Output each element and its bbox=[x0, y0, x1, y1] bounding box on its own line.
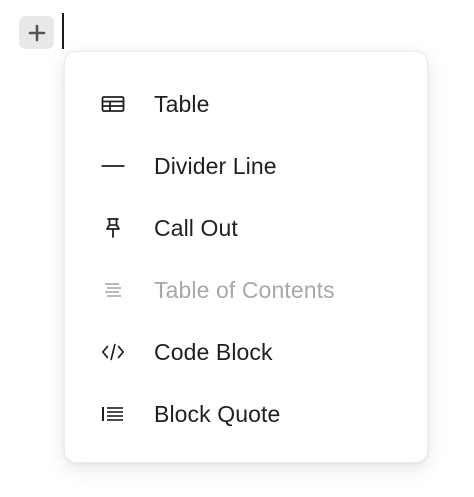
menu-item-label: Block Quote bbox=[154, 400, 281, 427]
menu-item-label: Call Out bbox=[154, 214, 238, 241]
menu-item-label: Code Block bbox=[154, 338, 273, 365]
insert-menu: Table Divider Line Call Out Table of Con… bbox=[64, 51, 428, 463]
menu-item-code-block[interactable]: Code Block bbox=[65, 326, 427, 378]
menu-item-label: Table of Contents bbox=[154, 276, 335, 303]
menu-item-table[interactable]: Table bbox=[65, 78, 427, 130]
plus-icon bbox=[28, 24, 46, 42]
menu-item-divider-line[interactable]: Divider Line bbox=[65, 140, 427, 192]
menu-item-block-quote[interactable]: Block Quote bbox=[65, 388, 427, 440]
menu-item-table-of-contents: Table of Contents bbox=[65, 264, 427, 316]
code-icon bbox=[101, 340, 125, 364]
menu-item-label: Table bbox=[154, 90, 210, 117]
table-of-contents-icon bbox=[101, 278, 125, 302]
table-icon bbox=[101, 92, 125, 116]
editor-area: Table Divider Line Call Out Table of Con… bbox=[0, 0, 474, 497]
divider-icon bbox=[101, 154, 125, 178]
pin-icon bbox=[101, 216, 125, 240]
block-quote-icon bbox=[101, 402, 125, 426]
text-cursor bbox=[62, 13, 64, 49]
menu-item-label: Divider Line bbox=[154, 152, 277, 179]
insert-block-button[interactable] bbox=[19, 16, 54, 49]
menu-item-call-out[interactable]: Call Out bbox=[65, 202, 427, 254]
